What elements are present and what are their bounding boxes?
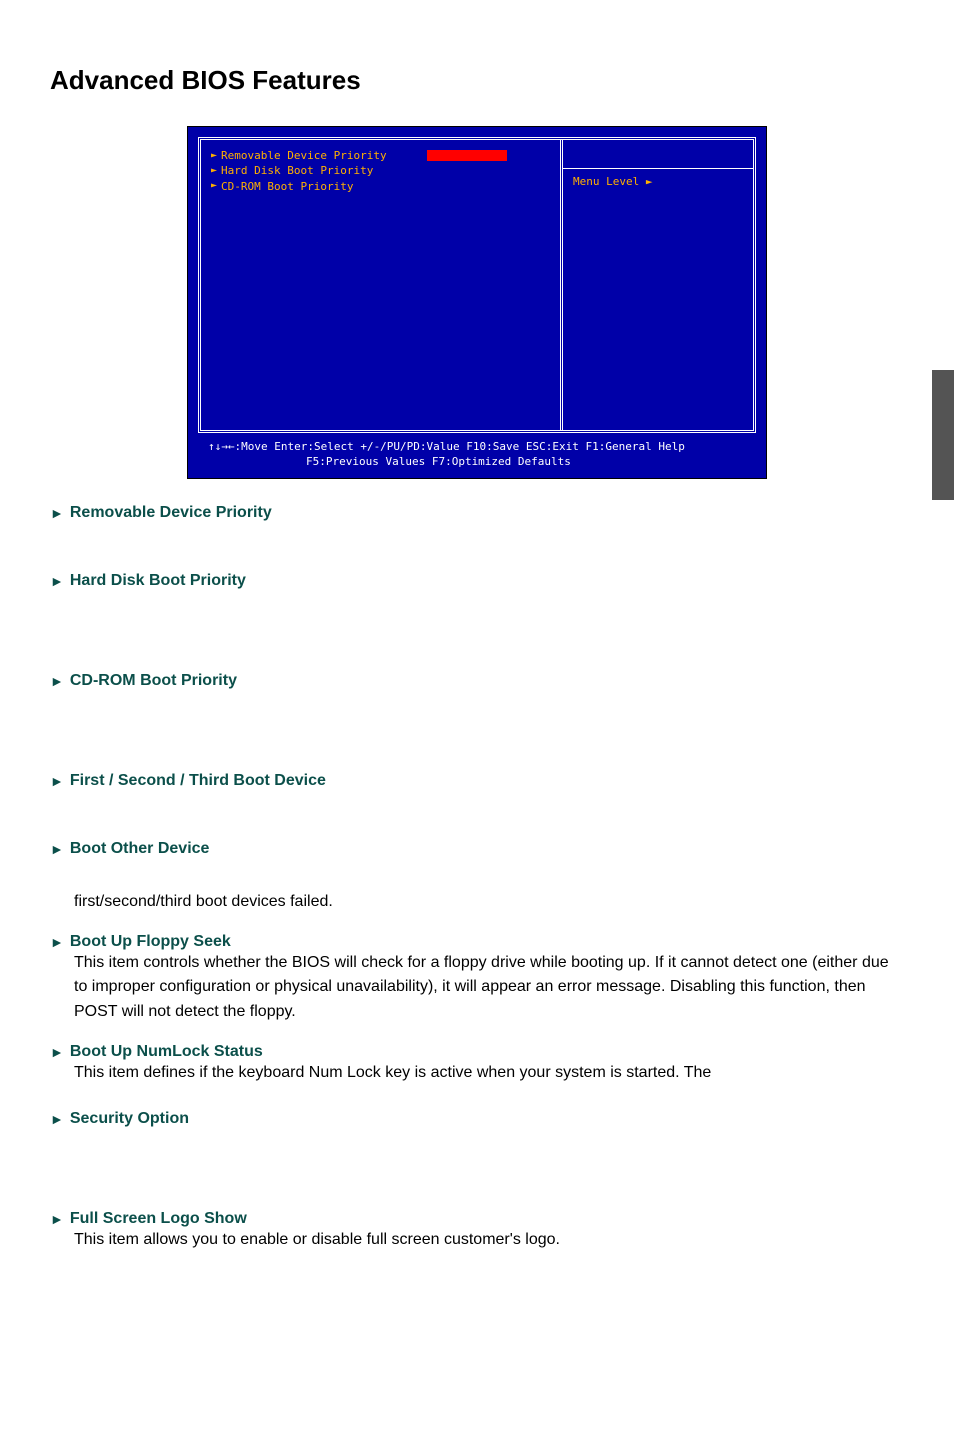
- triangle-right-icon: ►: [211, 179, 217, 193]
- body-floppy: This item controls whether the BIOS will…: [74, 951, 904, 1025]
- body-bootother: first/second/third boot devices failed.: [74, 890, 904, 915]
- heading-bootother: ► Boot Other Device: [50, 840, 904, 858]
- heading-text: CD-ROM Boot Priority: [70, 672, 237, 690]
- triangle-right-icon: ►: [50, 773, 64, 789]
- heading-text: Boot Up NumLock Status: [70, 1043, 263, 1061]
- triangle-right-icon: ►: [50, 505, 64, 521]
- heading-numlock: ► Boot Up NumLock Status: [50, 1043, 904, 1061]
- triangle-right-icon: ►: [50, 1111, 64, 1127]
- heading-bootdev: ► First / Second / Third Boot Device: [50, 772, 904, 790]
- bios-menu-panel: ► Removable Device Priority ► Hard Disk …: [201, 140, 560, 430]
- bios-content: ► Removable Device Priority ► Hard Disk …: [198, 137, 756, 433]
- triangle-right-icon: ►: [50, 1044, 64, 1060]
- selection-highlight: [427, 150, 507, 161]
- body-numlock: This item defines if the keyboard Num Lo…: [74, 1061, 904, 1086]
- section-bootother: ► Boot Other Device first/second/third b…: [50, 840, 904, 915]
- page-title: Advanced BIOS Features: [50, 65, 904, 96]
- bios-footer-line1: ↑↓→←:Move Enter:Select +/-/PU/PD:Value F…: [208, 439, 746, 454]
- bios-menu-label: Removable Device Priority: [221, 148, 387, 163]
- bios-footer: ↑↓→←:Move Enter:Select +/-/PU/PD:Value F…: [198, 433, 756, 472]
- heading-text: Full Screen Logo Show: [70, 1210, 247, 1228]
- triangle-right-icon: ►: [211, 164, 217, 178]
- bios-menu-item-hdd: ► Hard Disk Boot Priority: [211, 163, 550, 178]
- body-logo: This item allows you to enable or disabl…: [74, 1228, 904, 1253]
- heading-text: First / Second / Third Boot Device: [70, 772, 326, 790]
- section-logo: ► Full Screen Logo Show This item allows…: [50, 1210, 904, 1253]
- bios-help-panel: Menu Level ►: [560, 140, 753, 430]
- heading-cdrom: ► CD-ROM Boot Priority: [50, 672, 904, 690]
- menu-level-label: Menu Level ►: [573, 175, 743, 188]
- bios-screenshot: ► Removable Device Priority ► Hard Disk …: [187, 126, 767, 479]
- help-divider: [563, 168, 753, 169]
- section-security: ► Security Option: [50, 1110, 904, 1128]
- triangle-right-icon: ►: [50, 673, 64, 689]
- heading-removable: ► Removable Device Priority: [50, 504, 904, 522]
- section-removable: ► Removable Device Priority: [50, 504, 904, 522]
- heading-text: Security Option: [70, 1110, 189, 1128]
- bios-menu-label: Hard Disk Boot Priority: [221, 163, 373, 178]
- bios-menu-item-cdrom: ► CD-ROM Boot Priority: [211, 179, 550, 194]
- section-numlock: ► Boot Up NumLock Status This item defin…: [50, 1043, 904, 1086]
- heading-security: ► Security Option: [50, 1110, 904, 1128]
- heading-logo: ► Full Screen Logo Show: [50, 1210, 904, 1228]
- section-cdrom: ► CD-ROM Boot Priority: [50, 672, 904, 690]
- heading-text: Removable Device Priority: [70, 504, 272, 522]
- heading-text: Hard Disk Boot Priority: [70, 572, 246, 590]
- bios-footer-line2: F5:Previous Values F7:Optimized Defaults: [208, 454, 746, 469]
- heading-text: Boot Other Device: [70, 840, 210, 858]
- section-floppy: ► Boot Up Floppy Seek This item controls…: [50, 933, 904, 1025]
- triangle-right-icon: ►: [50, 841, 64, 857]
- heading-hdd: ► Hard Disk Boot Priority: [50, 572, 904, 590]
- triangle-right-icon: ►: [50, 573, 64, 589]
- section-bootdev: ► First / Second / Third Boot Device: [50, 772, 904, 790]
- triangle-right-icon: ►: [211, 149, 217, 163]
- heading-text: Boot Up Floppy Seek: [70, 933, 231, 951]
- triangle-right-icon: ►: [50, 1211, 64, 1227]
- side-tab: [932, 370, 954, 500]
- bios-menu-label: CD-ROM Boot Priority: [221, 179, 353, 194]
- bios-menu-item-removable: ► Removable Device Priority: [211, 148, 550, 163]
- section-hdd: ► Hard Disk Boot Priority: [50, 572, 904, 590]
- heading-floppy: ► Boot Up Floppy Seek: [50, 933, 904, 951]
- triangle-right-icon: ►: [50, 934, 64, 950]
